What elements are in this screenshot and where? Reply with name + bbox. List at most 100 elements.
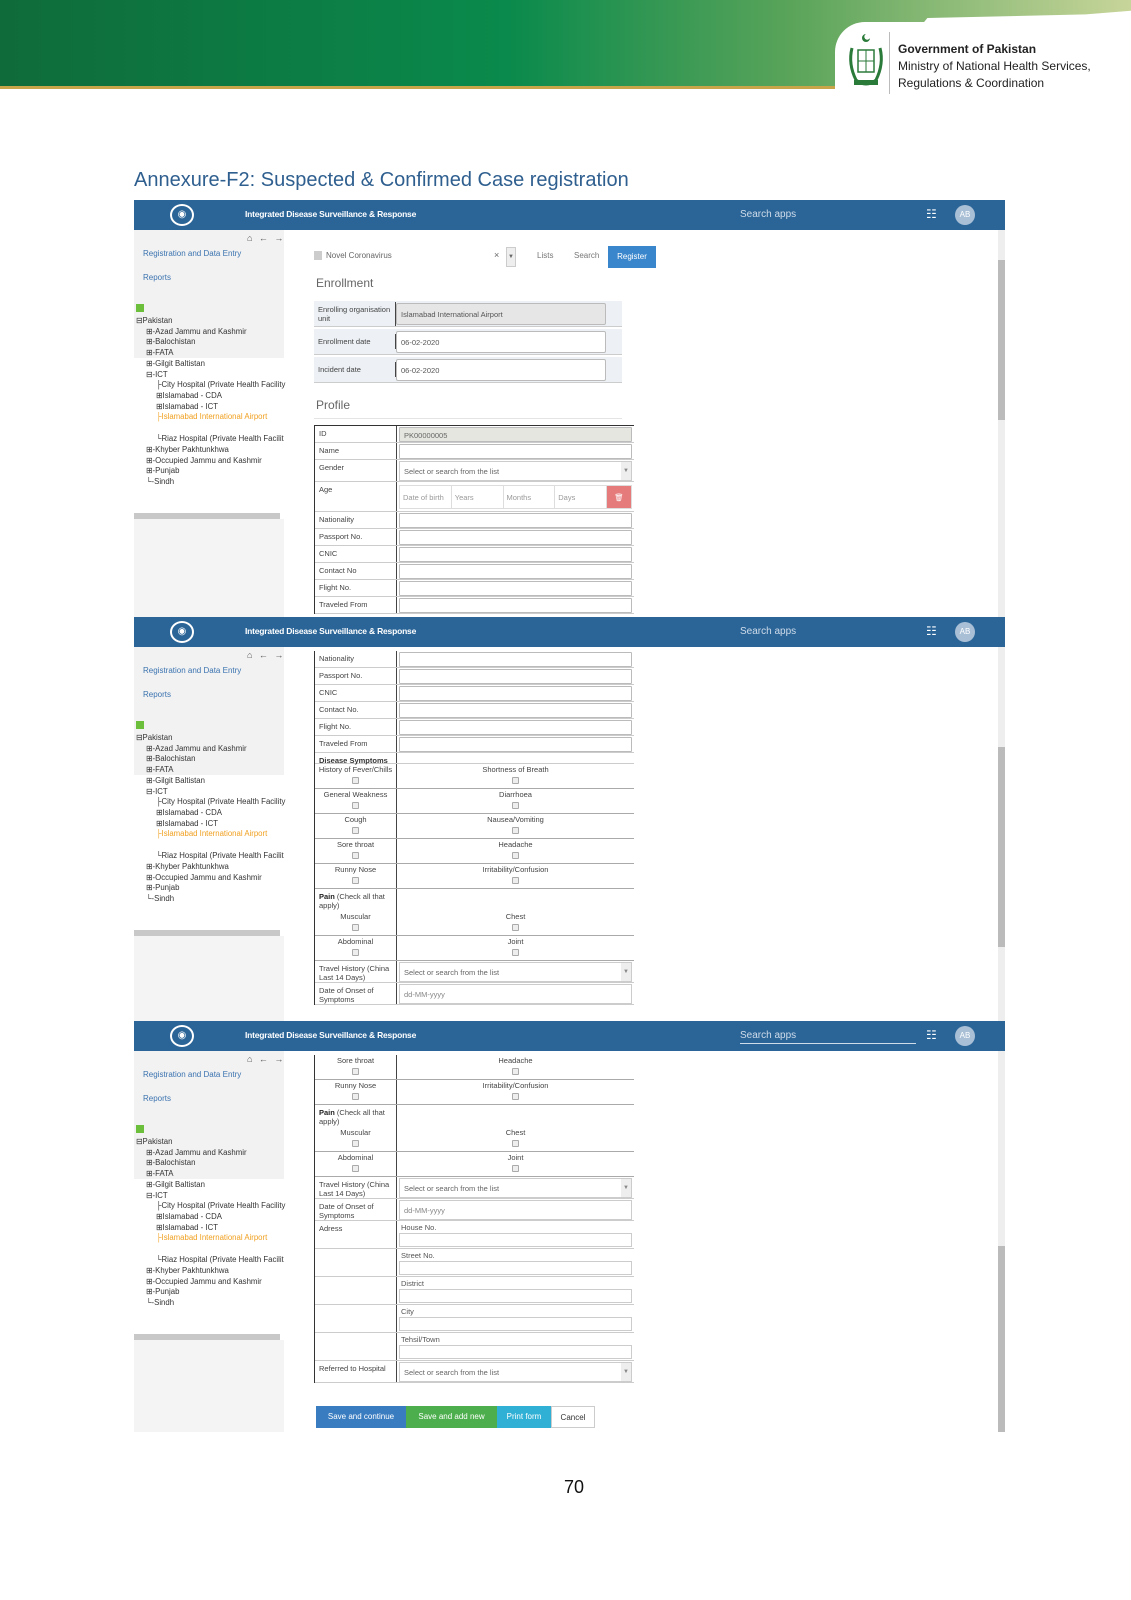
print-form-button[interactable]: Print form: [497, 1406, 551, 1428]
age-part-input[interactable]: Months: [504, 486, 556, 508]
search-link[interactable]: Search: [574, 251, 599, 260]
nav-reports-link[interactable]: Reports: [143, 273, 171, 282]
address-input[interactable]: [399, 1317, 632, 1331]
symptom-checkbox[interactable]: [352, 851, 359, 859]
tree-item[interactable]: ⊞-FATA: [136, 765, 286, 776]
text-input[interactable]: [399, 513, 632, 528]
text-input[interactable]: [399, 686, 632, 701]
chevron-down-icon[interactable]: ▼: [621, 1363, 631, 1381]
scrollbar-thumb[interactable]: [998, 747, 1005, 947]
tree-item[interactable]: ├City Hospital (Private Health Facility: [136, 797, 286, 808]
date-input[interactable]: dd-MM-yyyy: [399, 1200, 632, 1220]
symptom-checkbox[interactable]: [352, 876, 359, 884]
save-continue-button[interactable]: Save and continue: [316, 1406, 406, 1428]
tree-item[interactable]: ⊞-Khyber Pakhtunkhwa: [136, 1266, 286, 1277]
register-button[interactable]: Register: [608, 246, 656, 268]
tree-item[interactable]: ├Islamabad International Airport: [136, 412, 286, 434]
symptom-checkbox[interactable]: [352, 948, 359, 956]
tree-item[interactable]: └Riaz Hospital (Private Health Facilit: [136, 434, 286, 445]
apps-grid-icon[interactable]: ☷: [926, 625, 937, 637]
page-scrollbar[interactable]: [998, 647, 1005, 1021]
age-part-input[interactable]: Days: [555, 486, 607, 508]
user-avatar[interactable]: AB: [955, 622, 975, 642]
symptom-checkbox[interactable]: [512, 923, 519, 931]
text-input[interactable]: [399, 703, 632, 718]
tree-item[interactable]: ⊞-Gilgit Baltistan: [136, 776, 286, 787]
symptom-checkbox[interactable]: [512, 948, 519, 956]
select-dropdown[interactable]: Select or search from the list ▼: [399, 962, 632, 982]
tree-item[interactable]: └Riaz Hospital (Private Health Facilit: [136, 851, 286, 862]
symptom-checkbox[interactable]: [352, 801, 359, 809]
tree-search-icon[interactable]: [136, 721, 144, 729]
tree-item[interactable]: ⊞-Khyber Pakhtunkhwa: [136, 445, 286, 456]
tree-item[interactable]: ⊞Islamabad - ICT: [136, 819, 286, 830]
symptom-checkbox[interactable]: [352, 1092, 359, 1100]
tree-item[interactable]: ⊟-ICT: [136, 787, 286, 798]
symptom-checkbox[interactable]: [512, 1092, 519, 1100]
delete-icon[interactable]: 🗑: [607, 486, 631, 508]
nav-registration-link[interactable]: Registration and Data Entry: [143, 1070, 241, 1079]
clear-program-icon[interactable]: ×: [494, 250, 499, 260]
tree-item[interactable]: ├City Hospital (Private Health Facility: [136, 380, 286, 391]
text-input[interactable]: [399, 530, 632, 545]
app-logo-icon[interactable]: ◉: [170, 621, 194, 643]
lists-link[interactable]: Lists: [537, 251, 553, 260]
chevron-down-icon[interactable]: ▼: [621, 1179, 631, 1197]
page-scrollbar[interactable]: [998, 1051, 1005, 1432]
program-selector[interactable]: Novel Coronavirus × ▼: [306, 247, 518, 267]
search-apps-input[interactable]: Search apps: [740, 1030, 916, 1044]
tree-search-icon[interactable]: [136, 1125, 144, 1133]
text-input[interactable]: [399, 652, 632, 667]
age-part-input[interactable]: Date of birth: [400, 486, 452, 508]
apps-grid-icon[interactable]: ☷: [926, 1029, 937, 1041]
page-scrollbar[interactable]: [998, 230, 1005, 617]
symptom-checkbox[interactable]: [512, 1164, 519, 1172]
tree-item[interactable]: ⊞-Khyber Pakhtunkhwa: [136, 862, 286, 873]
tree-item[interactable]: ⊟Pakistan: [136, 1137, 286, 1148]
text-input[interactable]: [399, 737, 632, 752]
symptom-checkbox[interactable]: [512, 776, 519, 784]
address-input[interactable]: [399, 1345, 632, 1359]
app-logo-icon[interactable]: ◉: [170, 204, 194, 226]
text-input[interactable]: [399, 444, 632, 459]
tree-item[interactable]: └Riaz Hospital (Private Health Facilit: [136, 1255, 286, 1266]
tree-item[interactable]: ⊞-Occupied Jammu and Kashmir: [136, 873, 286, 884]
tree-item[interactable]: ⊞-Azad Jammu and Kashmir: [136, 744, 286, 755]
tree-item[interactable]: ⊟Pakistan: [136, 316, 286, 327]
address-input[interactable]: [399, 1233, 632, 1247]
scrollbar-thumb[interactable]: [998, 1246, 1005, 1432]
symptom-checkbox[interactable]: [512, 826, 519, 834]
cancel-button[interactable]: Cancel: [551, 1406, 595, 1428]
select-dropdown[interactable]: Select or search from the list ▼: [399, 461, 632, 481]
app-logo-icon[interactable]: ◉: [170, 1025, 194, 1047]
save-add-new-button[interactable]: Save and add new: [406, 1406, 497, 1428]
text-input[interactable]: [399, 564, 632, 579]
chevron-down-icon[interactable]: ▼: [621, 462, 631, 480]
tree-item[interactable]: ⊞-Azad Jammu and Kashmir: [136, 1148, 286, 1159]
symptom-checkbox[interactable]: [352, 1067, 359, 1075]
tree-item[interactable]: └-Sindh: [136, 894, 286, 905]
address-input[interactable]: [399, 1289, 632, 1303]
apps-grid-icon[interactable]: ☷: [926, 208, 937, 220]
age-part-input[interactable]: Years: [452, 486, 504, 508]
date-input[interactable]: dd-MM-yyyy: [399, 984, 632, 1004]
tree-item[interactable]: ⊞-FATA: [136, 348, 286, 359]
symptom-checkbox[interactable]: [352, 826, 359, 834]
tree-item[interactable]: ⊞Islamabad - CDA: [136, 391, 286, 402]
tree-item[interactable]: ⊞Islamabad - ICT: [136, 1223, 286, 1234]
text-input[interactable]: [399, 581, 632, 596]
tree-item[interactable]: ⊞-Occupied Jammu and Kashmir: [136, 1277, 286, 1288]
user-avatar[interactable]: AB: [955, 205, 975, 225]
tree-item[interactable]: ⊟-ICT: [136, 1191, 286, 1202]
select-dropdown[interactable]: Select or search from the list ▼: [399, 1362, 632, 1382]
tree-item[interactable]: ⊞-Gilgit Baltistan: [136, 1180, 286, 1191]
text-input[interactable]: [399, 720, 632, 735]
tree-item[interactable]: ⊞Islamabad - CDA: [136, 1212, 286, 1223]
text-input[interactable]: [399, 598, 632, 613]
search-apps-input[interactable]: Search apps: [740, 626, 916, 639]
symptom-checkbox[interactable]: [512, 1067, 519, 1075]
sidebar-nav-icons[interactable]: ⌂ ← →: [247, 1054, 285, 1064]
tree-item[interactable]: ⊞-Occupied Jammu and Kashmir: [136, 456, 286, 467]
nav-reports-link[interactable]: Reports: [143, 690, 171, 699]
symptom-checkbox[interactable]: [352, 1139, 359, 1147]
